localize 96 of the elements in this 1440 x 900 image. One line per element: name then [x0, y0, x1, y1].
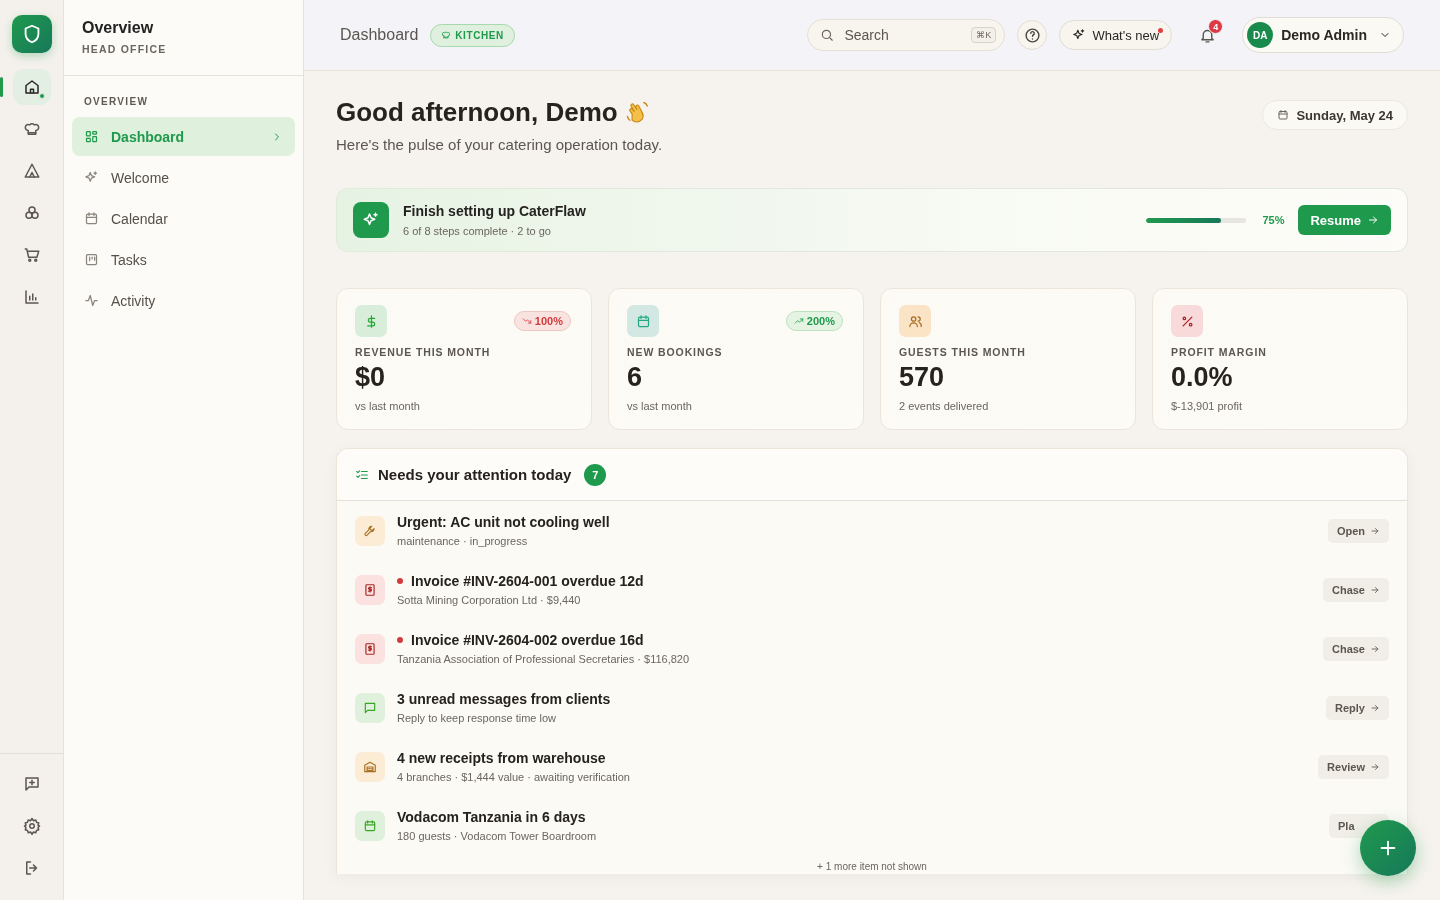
stat-value: $0	[355, 362, 387, 393]
notifications-button[interactable]: 4	[1190, 18, 1225, 52]
action-button[interactable]: Open	[1327, 518, 1389, 543]
item-subtitle: 180 guests · Vodacom Tower Boardroom	[397, 830, 598, 842]
item-subtitle: Sotta Mining Corporation Ltd · $9,440	[397, 594, 582, 606]
invoice-icon	[363, 641, 377, 656]
calendar-icon	[84, 211, 99, 226]
trend-badge: 100%	[513, 311, 571, 331]
calendar-icon	[1277, 109, 1290, 121]
avatar: DA	[1247, 22, 1274, 48]
arrow-right-icon	[1370, 584, 1380, 595]
greeting-title: Good afternoon, Demo	[336, 97, 618, 128]
arrow-right-icon	[1367, 214, 1379, 226]
stat-note: 2 events delivered	[899, 400, 990, 412]
message-plus-icon	[22, 775, 41, 793]
item-title: Urgent: AC unit not cooling well	[397, 514, 610, 530]
sidebar-item[interactable]: Activity	[72, 281, 295, 320]
setup-subtitle: 6 of 8 steps complete · 2 to go	[403, 225, 552, 237]
item-title: 4 new receipts from warehouse	[397, 750, 606, 766]
page-title: Dashboard	[340, 26, 419, 44]
item-title: Invoice #INV-2604-002 overdue 16d	[411, 632, 644, 648]
grid-icon	[84, 129, 99, 144]
greeting-subtitle: Here's the pulse of your catering operation today.	[336, 136, 663, 153]
kitchen-tag: KITCHEN	[430, 23, 515, 47]
resume-button[interactable]: Resume	[1298, 205, 1391, 235]
sparkle-icon	[84, 170, 99, 185]
users-icon	[907, 313, 923, 329]
chef-hat-icon	[22, 120, 41, 138]
settings-icon	[22, 817, 41, 835]
action-button[interactable]: Reply	[1326, 695, 1389, 720]
sparkle-icon	[1072, 28, 1087, 42]
item-title: Invoice #INV-2604-001 overdue 12d	[411, 573, 644, 589]
flower-icon	[22, 204, 41, 222]
section-label: OVERVIEW	[84, 96, 150, 107]
chef-hat-icon	[441, 30, 452, 40]
setup-icon	[353, 202, 389, 238]
item-subtitle: Reply to keep response time low	[397, 712, 557, 724]
message-icon	[363, 700, 377, 715]
stat-value: 6	[627, 362, 644, 393]
arrow-right-icon	[1370, 761, 1380, 772]
sidebar-subtitle: HEAD OFFICE	[82, 43, 168, 55]
stat-label: GUESTS THIS MONTH	[899, 346, 1027, 358]
item-title: 3 unread messages from clients	[397, 691, 611, 707]
count-badge: 7	[584, 463, 607, 486]
wrench-icon	[363, 523, 377, 538]
date-chip: Sunday, May 24	[1262, 100, 1408, 130]
invoice-icon	[363, 582, 377, 597]
board-icon	[84, 252, 99, 267]
search-input[interactable]: Search	[842, 26, 964, 44]
warehouse-icon	[363, 759, 377, 774]
trend-up-icon	[793, 316, 804, 326]
search-icon	[820, 28, 835, 42]
search-field[interactable]: Search ⌘K	[807, 19, 1006, 51]
calendar-icon	[635, 313, 651, 329]
arrow-right-icon	[1370, 525, 1380, 536]
stat-note: vs last month	[355, 400, 421, 412]
help-button[interactable]	[1017, 20, 1048, 50]
more-note: + 1 more item not shown	[816, 860, 928, 874]
stat-value: 0.0%	[1171, 362, 1234, 393]
item-title: Vodacom Tanzania in 6 days	[397, 809, 586, 825]
checklist-icon	[355, 467, 369, 482]
active-indicator	[0, 77, 3, 97]
item-subtitle: maintenance · in_progress	[397, 535, 529, 547]
sidebar-item[interactable]: Calendar	[72, 199, 295, 238]
action-button[interactable]: Chase	[1322, 636, 1389, 661]
arrow-right-icon	[1370, 643, 1380, 654]
stat-note: $-13,901 profit	[1171, 400, 1243, 412]
tent-icon	[22, 162, 41, 180]
trend-down-icon	[521, 316, 532, 326]
user-menu[interactable]: DA Demo Admin	[1242, 17, 1404, 53]
stat-label: PROFIT MARGIN	[1171, 346, 1268, 358]
whats-new-button[interactable]: What's new	[1059, 20, 1173, 50]
sidebar-item[interactable]: Welcome	[72, 158, 295, 197]
setup-title: Finish setting up CaterFlaw	[403, 203, 586, 219]
panel-title: Needs your attention today	[378, 466, 572, 483]
stat-label: REVENUE THIS MONTH	[355, 346, 492, 358]
action-button[interactable]: Chase	[1322, 577, 1389, 602]
progress-percent: 75%	[1262, 214, 1285, 226]
activity-icon	[84, 293, 99, 308]
item-subtitle: Tanzania Association of Professional Secretaries · $116,820	[397, 653, 691, 665]
sidebar-item[interactable]: Tasks	[72, 240, 295, 279]
trend-badge: 200%	[785, 311, 843, 331]
cart-icon	[22, 246, 41, 264]
action-button[interactable]: Review	[1318, 754, 1389, 779]
bar-chart-icon	[22, 288, 41, 306]
help-icon	[1023, 26, 1041, 44]
sidebar-title: Overview	[82, 19, 155, 37]
home-icon	[22, 78, 41, 96]
stat-value: 570	[899, 362, 946, 393]
notification-count: 4	[1208, 19, 1224, 34]
stat-label: NEW BOOKINGS	[627, 346, 724, 358]
shortcut-hint: ⌘K	[971, 27, 997, 43]
calendar-icon	[363, 818, 377, 833]
item-subtitle: 4 branches · $1,444 value · awaiting verification	[397, 771, 631, 783]
stat-note: vs last month	[627, 400, 693, 412]
arrow-right-icon	[1370, 702, 1380, 713]
